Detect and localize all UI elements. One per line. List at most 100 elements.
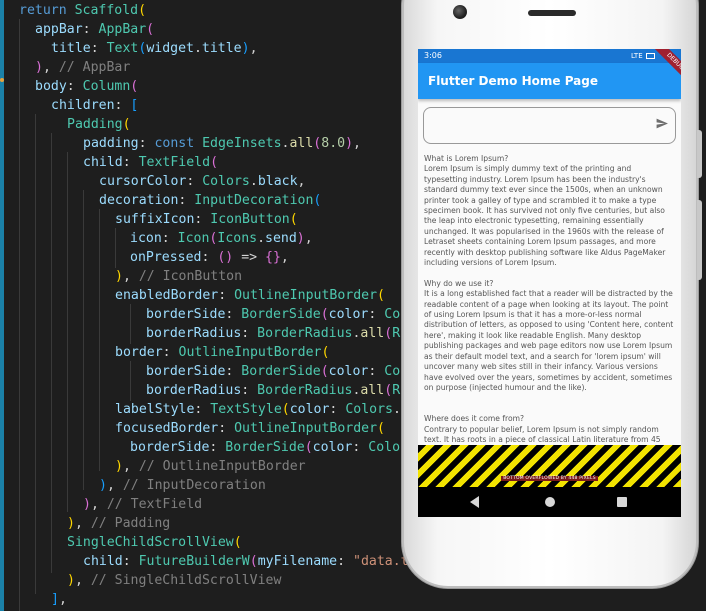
code-token: FutureBuilderW	[138, 554, 250, 569]
code-token: (	[313, 193, 322, 208]
code-line[interactable]: onPressed: () => {},	[130, 248, 289, 267]
code-line[interactable]: ), // SingleChildScrollView	[67, 571, 281, 590]
code-token: // SingleChildScrollView	[90, 573, 282, 588]
code-token: labelStyle	[115, 402, 195, 417]
code-token: )	[83, 497, 91, 512]
code-token: [	[130, 98, 139, 113]
nav-recent-icon[interactable]	[617, 497, 627, 507]
code-token: // InputDecoration	[122, 478, 266, 493]
code-line[interactable]: children: [	[51, 96, 138, 115]
code-token: SingleChildScrollView	[67, 535, 234, 550]
code-line[interactable]: icon: Icon(Icons.send),	[130, 229, 313, 248]
section-heading: What is Lorem Ipsum?	[424, 154, 509, 163]
code-line[interactable]: borderSide: BorderSide(color: Colo	[146, 305, 416, 324]
code-token: BorderRadius	[257, 383, 353, 398]
code-token: (	[321, 345, 330, 360]
code-token: black	[257, 174, 298, 189]
code-line[interactable]: ), // TextField	[83, 495, 202, 514]
indent-guide	[83, 190, 84, 490]
section-heading: Why do we use it?	[424, 278, 494, 288]
code-token: OutlineInputBorder	[178, 345, 322, 360]
code-token: ,	[353, 136, 361, 151]
code-line[interactable]: appBar: AppBar(	[35, 20, 154, 39]
code-line[interactable]: ), // IconButton	[115, 267, 242, 286]
code-line[interactable]: ), // Padding	[67, 514, 170, 533]
code-line[interactable]: borderRadius: BorderRadius.all(Rad	[146, 324, 416, 343]
code-line[interactable]: borderSide: BorderSide(color: Colors	[130, 438, 416, 457]
app-bar-title: Flutter Demo Home Page	[428, 74, 598, 88]
code-token: borderRadius	[146, 326, 242, 341]
code-token: ,	[249, 41, 258, 56]
code-token: icon	[130, 231, 162, 246]
code-token: )	[296, 231, 305, 246]
code-token: )	[241, 41, 250, 56]
code-token: :	[201, 250, 218, 265]
code-token: :	[337, 554, 353, 569]
code-token: {}	[265, 250, 281, 265]
code-line[interactable]: SingleChildScrollView(	[67, 533, 242, 552]
code-line[interactable]: suffixIcon: IconButton(	[115, 210, 298, 229]
code-token: (	[320, 307, 329, 322]
code-token: (	[138, 3, 147, 18]
code-token: :	[186, 174, 203, 189]
code-line[interactable]: ), // InputDecoration	[99, 476, 266, 495]
scroll-content[interactable]: What is Lorem Ipsum? Lorem Ipsum is simp…	[424, 154, 676, 444]
code-line[interactable]: Padding(	[67, 115, 131, 134]
code-token: ,	[42, 60, 59, 75]
code-token: suffixIcon	[115, 212, 195, 227]
code-token: IconButton	[210, 212, 290, 227]
code-token: // OutlineInputBorder	[138, 459, 306, 474]
indent-guide	[130, 304, 131, 344]
code-line[interactable]: cursorColor: Colors.black,	[99, 172, 305, 191]
git-gutter-modified	[0, 0, 4, 76]
code-token: EdgeInsets	[202, 136, 282, 151]
git-gutter-modified	[0, 171, 4, 611]
code-line[interactable]: border: OutlineInputBorder(	[115, 343, 329, 362]
overflow-warning-text: BOTTOM OVERFLOWED BY 448 PIXELS	[501, 476, 598, 481]
code-token: child	[83, 155, 123, 170]
code-token: ,	[106, 478, 123, 493]
code-token: OutlineInputBorder	[234, 421, 378, 436]
code-token: children	[51, 98, 115, 113]
code-line[interactable]: labelStyle: TextStyle(color: Colors.bl	[115, 400, 417, 419]
code-token: BorderRadius	[257, 326, 353, 341]
nav-back-icon[interactable]	[470, 496, 479, 508]
code-line[interactable]: body: Column(	[35, 77, 138, 96]
code-line[interactable]: focusedBorder: OutlineInputBorder(	[115, 419, 385, 438]
code-token: :	[138, 136, 155, 151]
code-token: padding	[83, 136, 139, 151]
code-line[interactable]: ), // OutlineInputBorder	[115, 457, 306, 476]
code-token: Scaffold	[74, 3, 139, 18]
code-token: :	[90, 41, 107, 56]
phone-power-button	[697, 130, 702, 178]
code-line[interactable]: borderRadius: BorderRadius.all(Rad	[146, 381, 416, 400]
app-bar: Flutter Demo Home Page	[418, 63, 681, 99]
code-line[interactable]: ],	[51, 590, 67, 609]
code-token: Colors	[202, 174, 250, 189]
code-line[interactable]: child: FutureBuilderW(myFilename: "data.…	[83, 552, 424, 571]
code-line[interactable]: padding: const EdgeInsets.all(8.0),	[83, 134, 361, 153]
code-line[interactable]: enabledBorder: OutlineInputBorder(	[115, 286, 385, 305]
code-line[interactable]: return Scaffold(	[19, 1, 146, 20]
code-line[interactable]: child: TextField(	[83, 153, 218, 172]
code-line[interactable]: ), // AppBar	[35, 58, 130, 77]
code-token: AppBar	[98, 22, 147, 37]
code-line[interactable]: title: Text(widget.title),	[51, 39, 258, 58]
code-token: (	[384, 383, 393, 398]
code-token: .	[249, 174, 258, 189]
nav-home-icon[interactable]	[545, 497, 555, 507]
section-heading: Where does it come from?	[424, 414, 525, 424]
code-token: OutlineInputBorder	[234, 288, 378, 303]
earpiece-speaker	[528, 10, 576, 16]
git-gutter-modified	[0, 76, 4, 171]
overflow-warning-stripes: BOTTOM OVERFLOWED BY 448 PIXELS	[418, 445, 681, 487]
send-icon[interactable]	[655, 117, 669, 130]
code-line[interactable]: decoration: InputDecoration(	[99, 191, 321, 210]
code-token: :	[329, 402, 346, 417]
code-line[interactable]: borderSide: BorderSide(color: Colo	[146, 362, 416, 381]
code-token: .	[392, 402, 401, 417]
message-text-field[interactable]	[423, 107, 676, 144]
code-token: color	[289, 402, 330, 417]
code-token: :	[194, 402, 211, 417]
code-token: ,	[122, 459, 139, 474]
